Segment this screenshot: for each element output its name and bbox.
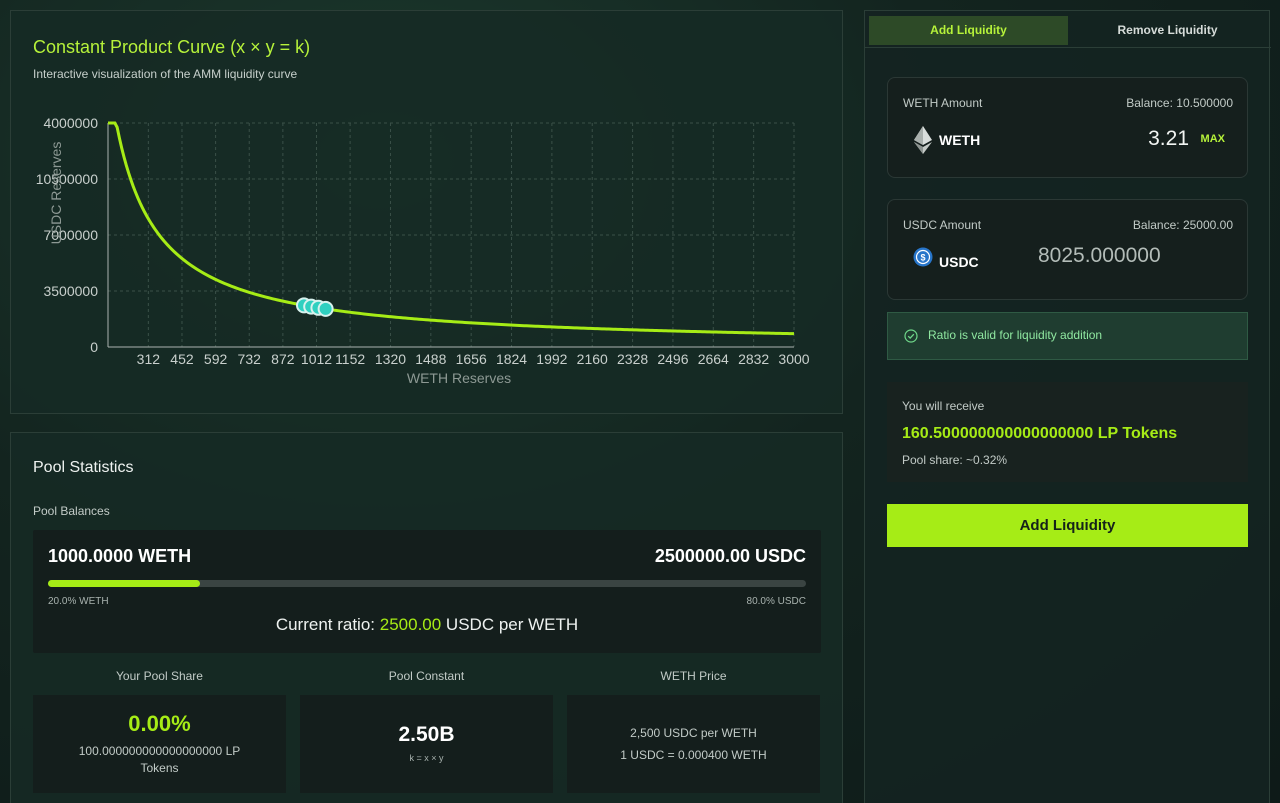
weth-amount-input[interactable]: 3.21 — [1148, 127, 1189, 151]
x-tick-label: 312 — [137, 351, 161, 367]
ratio-suffix: USDC per WETH — [441, 615, 579, 634]
tab-divider — [865, 47, 1271, 48]
pool-balances-box: 1000.0000 WETH 2500000.00 USDC 20.0% WET… — [33, 530, 821, 653]
tab-remove-liquidity[interactable]: Remove Liquidity — [1068, 16, 1267, 45]
chart-title: Constant Product Curve (x × y = k) — [33, 37, 311, 57]
ethereum-icon — [914, 126, 932, 154]
pool-balances-label: Pool Balances — [33, 504, 110, 518]
usdc-icon: $ — [913, 247, 933, 267]
x-tick-label: 2832 — [738, 351, 769, 367]
ratio-valid-alert: Ratio is valid for liquidity addition — [887, 312, 1248, 360]
x-tick-label: 1656 — [456, 351, 487, 367]
curve-line — [108, 121, 795, 336]
usdc-percentage: 80.0% USDC — [746, 596, 806, 607]
liquidity-tabs: Add Liquidity Remove Liquidity — [869, 16, 1267, 45]
x-tick-label: 592 — [204, 351, 228, 367]
tab-add-liquidity[interactable]: Add Liquidity — [869, 16, 1068, 45]
liquidity-panel: Add Liquidity Remove Liquidity WETH Amou… — [864, 10, 1271, 803]
weth-amount-box[interactable]: WETH Amount Balance: 10.500000 WETH 3.21… — [887, 77, 1248, 178]
y-tick-label: 0 — [90, 339, 98, 355]
pool-share-estimate: Pool share: ~0.32% — [902, 453, 1008, 467]
x-tick-label: 1320 — [375, 351, 406, 367]
max-button[interactable]: MAX — [1201, 133, 1225, 145]
x-tick-label: 1992 — [536, 351, 567, 367]
check-circle-icon — [904, 329, 918, 343]
x-tick-label: 2496 — [657, 351, 688, 367]
pool-share-tokens: 100.000000000000000000 LP Tokens — [78, 744, 241, 775]
usdc-pool-balance: 2500000.00 USDC — [654, 546, 806, 566]
usdc-amount-label: USDC Amount — [903, 218, 982, 232]
usdc-balance: Balance: 25000.00 — [1132, 218, 1233, 232]
pool-constant-formula: k = x × y — [409, 753, 444, 763]
usdc-amount-box[interactable]: USDC Amount Balance: 25000.00 $ USDC 802… — [887, 199, 1248, 300]
ratio-prefix: Current ratio: — [275, 615, 380, 634]
add-liquidity-button[interactable]: Add Liquidity — [887, 504, 1248, 547]
weth-price-label: WETH Price — [660, 669, 727, 683]
x-tick-label: 2160 — [577, 351, 608, 367]
x-tick-label: 1152 — [335, 351, 365, 367]
pool-share-box: 0.00% 100.000000000000000000 LP Tokens — [33, 695, 286, 793]
pool-statistics-title: Pool Statistics — [33, 459, 134, 476]
y-tick-label: 4000000 — [43, 115, 98, 131]
y-tick-label: 10500000 — [36, 171, 99, 187]
x-tick-label: 3000 — [778, 351, 809, 367]
weth-price-box: 2,500 USDC per WETH 1 USDC = 0.000400 WE… — [567, 695, 820, 793]
weth-price-usdc: 2,500 USDC per WETH — [630, 726, 757, 740]
weth-balance: Balance: 10.500000 — [1126, 96, 1233, 110]
ratio-valid-text: Ratio is valid for liquidity addition — [928, 328, 1103, 342]
chart-subtitle: Interactive visualization of the AMM liq… — [33, 67, 298, 81]
y-tick-label: 3500000 — [43, 283, 98, 299]
balance-bar — [48, 580, 806, 587]
x-axis-label: WETH Reserves — [407, 370, 511, 386]
usdc-amount-input[interactable]: 8025.000000 — [1038, 244, 1161, 268]
lp-token-amount: 160.500000000000000000 LP Tokens — [902, 425, 1178, 442]
balance-bar-fill — [48, 580, 200, 587]
receive-label: You will receive — [902, 399, 985, 413]
x-tick-label: 2664 — [698, 351, 729, 367]
x-tick-label: 2328 — [617, 351, 648, 367]
pool-constant-label: Pool Constant — [388, 669, 465, 683]
pool-share-value: 0.00% — [128, 711, 191, 736]
usdc-symbol: USDC — [939, 254, 979, 270]
x-tick-label: 1012 — [301, 351, 332, 367]
weth-percentage: 20.0% WETH — [48, 596, 109, 607]
your-pool-share-label: Your Pool Share — [116, 669, 203, 683]
x-tick-label: 1488 — [415, 351, 446, 367]
current-ratio: Current ratio: 2500.00 USDC per WETH — [33, 615, 821, 635]
svg-text:$: $ — [920, 253, 925, 263]
x-tick-label: 732 — [238, 351, 262, 367]
pool-statistics-card: Pool Statistics Pool Balances 1000.0000 … — [10, 432, 843, 803]
curve-point[interactable] — [317, 300, 334, 317]
pool-constant-box: 2.50B k = x × y — [300, 695, 553, 793]
receive-summary: You will receive 160.500000000000000000 … — [887, 382, 1248, 482]
x-tick-label: 452 — [170, 351, 194, 367]
weth-symbol: WETH — [939, 132, 981, 148]
usdc-price-weth: 1 USDC = 0.000400 WETH — [620, 748, 767, 762]
curve-chart-card: 312 452 592 732 872 1012 1152 1320 1488 1656 1824 1… — [10, 10, 843, 414]
y-axis-label: USDC Reserves — [48, 142, 64, 245]
pool-constant-value: 2.50B — [398, 723, 455, 746]
weth-amount-label: WETH Amount — [903, 96, 983, 110]
x-tick-label: 1824 — [496, 351, 527, 367]
x-tick-label: 872 — [271, 351, 295, 367]
weth-pool-balance: 1000.0000 WETH — [48, 546, 192, 566]
ratio-value: 2500.00 — [379, 615, 442, 634]
